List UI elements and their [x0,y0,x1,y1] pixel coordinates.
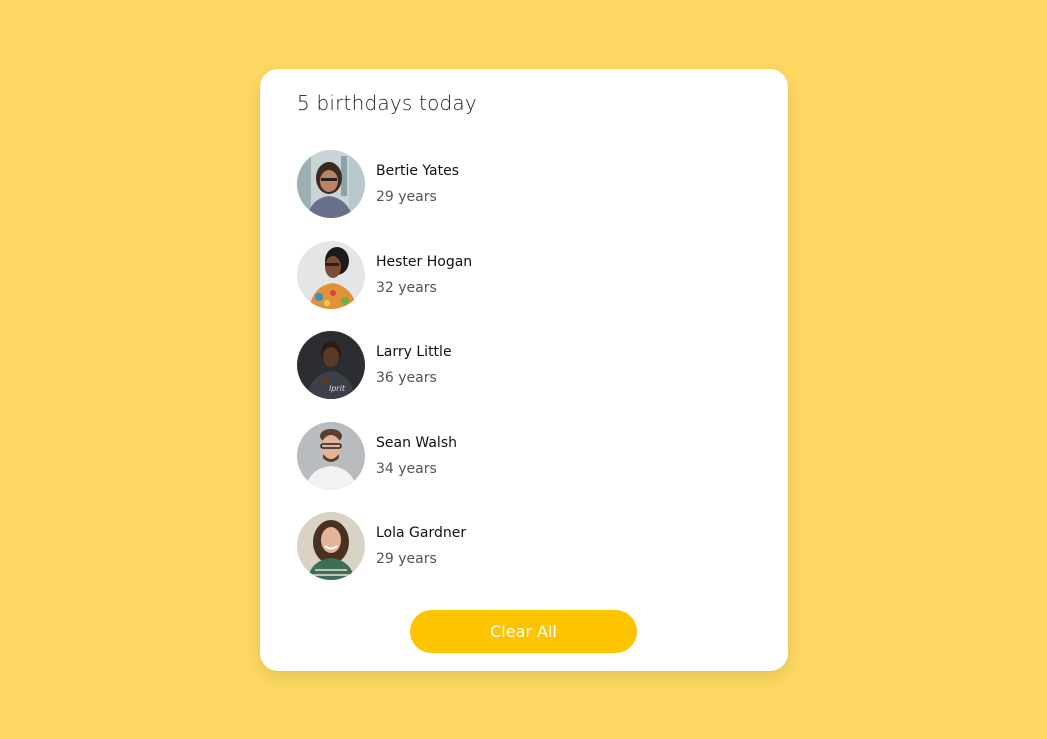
person-name: Hester Hogan [376,253,473,270]
avatar: lprit [297,331,365,399]
person-name: Bertie Yates [376,163,460,179]
birthday-card: 5 birthdays today Bertie Yates 29 years [260,69,788,671]
person-name: Sean Walsh [376,434,457,451]
avatar [297,512,365,580]
avatar [297,240,365,309]
person-age: 29 years [376,189,437,205]
person-name: Lola Gardner [376,525,467,541]
person-age: 36 years [376,370,437,386]
card-title: 5 birthdays today [297,91,477,115]
person-age: 29 years [376,551,437,567]
svg-text:lprit: lprit [329,384,346,393]
list-item: Bertie Yates 29 years [297,150,737,218]
list-item: Hester Hogan 32 years [297,240,737,309]
list-item: Lola Gardner 29 years [297,512,737,580]
clear-all-button[interactable]: Clear All [410,610,637,653]
list-item: lprit Larry Little 36 years [297,331,737,399]
avatar [297,421,365,490]
list-item: Sean Walsh 34 years [297,421,737,490]
avatar [297,150,365,218]
person-age: 32 years [376,279,437,296]
person-age: 34 years [376,460,437,477]
birthday-list: Bertie Yates 29 years Hester Hogan 32 ye… [297,150,737,603]
person-name: Larry Little [376,344,452,360]
